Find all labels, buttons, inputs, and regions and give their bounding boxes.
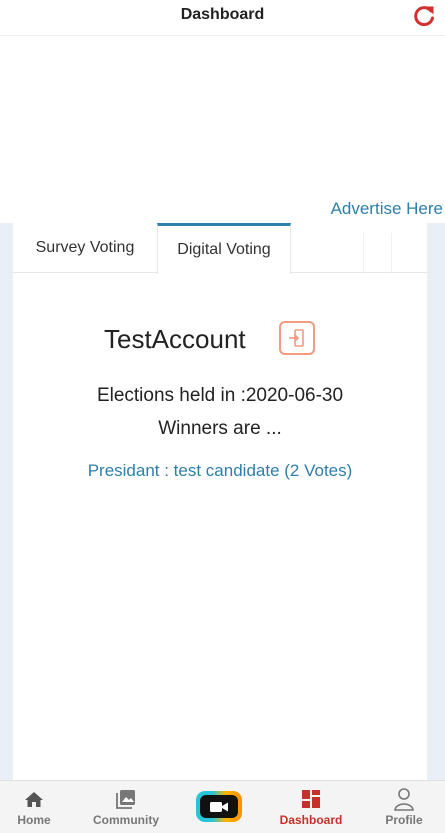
refresh-icon[interactable]: [411, 3, 437, 29]
nav-profile-label: Profile: [385, 813, 423, 827]
nav-home-label: Home: [17, 813, 51, 827]
image-icon: [115, 788, 137, 810]
winner-entry[interactable]: Presidant : test candidate (2 Votes): [13, 461, 427, 481]
nav-profile[interactable]: Profile: [378, 781, 430, 833]
dashboard-icon: [300, 788, 322, 810]
tab-digital-voting[interactable]: Digital Voting: [157, 223, 291, 274]
nav-video[interactable]: [190, 781, 248, 833]
winners-heading: Winners are ...: [158, 418, 282, 439]
voting-tabs: Survey Voting Digital Voting: [13, 223, 427, 274]
nav-dashboard[interactable]: Dashboard: [274, 781, 348, 833]
tab-divider: [391, 233, 392, 273]
advertise-link[interactable]: Advertise Here: [331, 199, 443, 219]
content-area: Survey Voting Digital Voting TestAccount…: [0, 223, 445, 780]
nav-dashboard-label: Dashboard: [279, 813, 343, 827]
voting-panel: Survey Voting Digital Voting TestAccount…: [13, 223, 427, 780]
account-row: TestAccount: [13, 318, 427, 358]
logout-icon: [289, 329, 304, 347]
tab-survey-voting[interactable]: Survey Voting: [13, 223, 157, 273]
tab-divider: [363, 233, 364, 273]
top-bar: Dashboard: [0, 0, 445, 36]
account-name: TestAccount: [104, 324, 246, 354]
ad-banner-area: [0, 37, 445, 223]
nav-community[interactable]: Community: [88, 781, 164, 833]
nav-home[interactable]: Home: [8, 781, 60, 833]
logout-button[interactable]: [279, 321, 315, 355]
election-date: Elections held in :2020-06-30: [96, 385, 344, 406]
video-camera-icon: [196, 791, 242, 822]
bottom-navigation: Home Community Dashboard Profile: [0, 780, 445, 833]
person-icon: [393, 788, 415, 811]
home-icon: [23, 788, 45, 810]
nav-community-label: Community: [93, 813, 159, 827]
page-title: Dashboard: [180, 6, 265, 23]
